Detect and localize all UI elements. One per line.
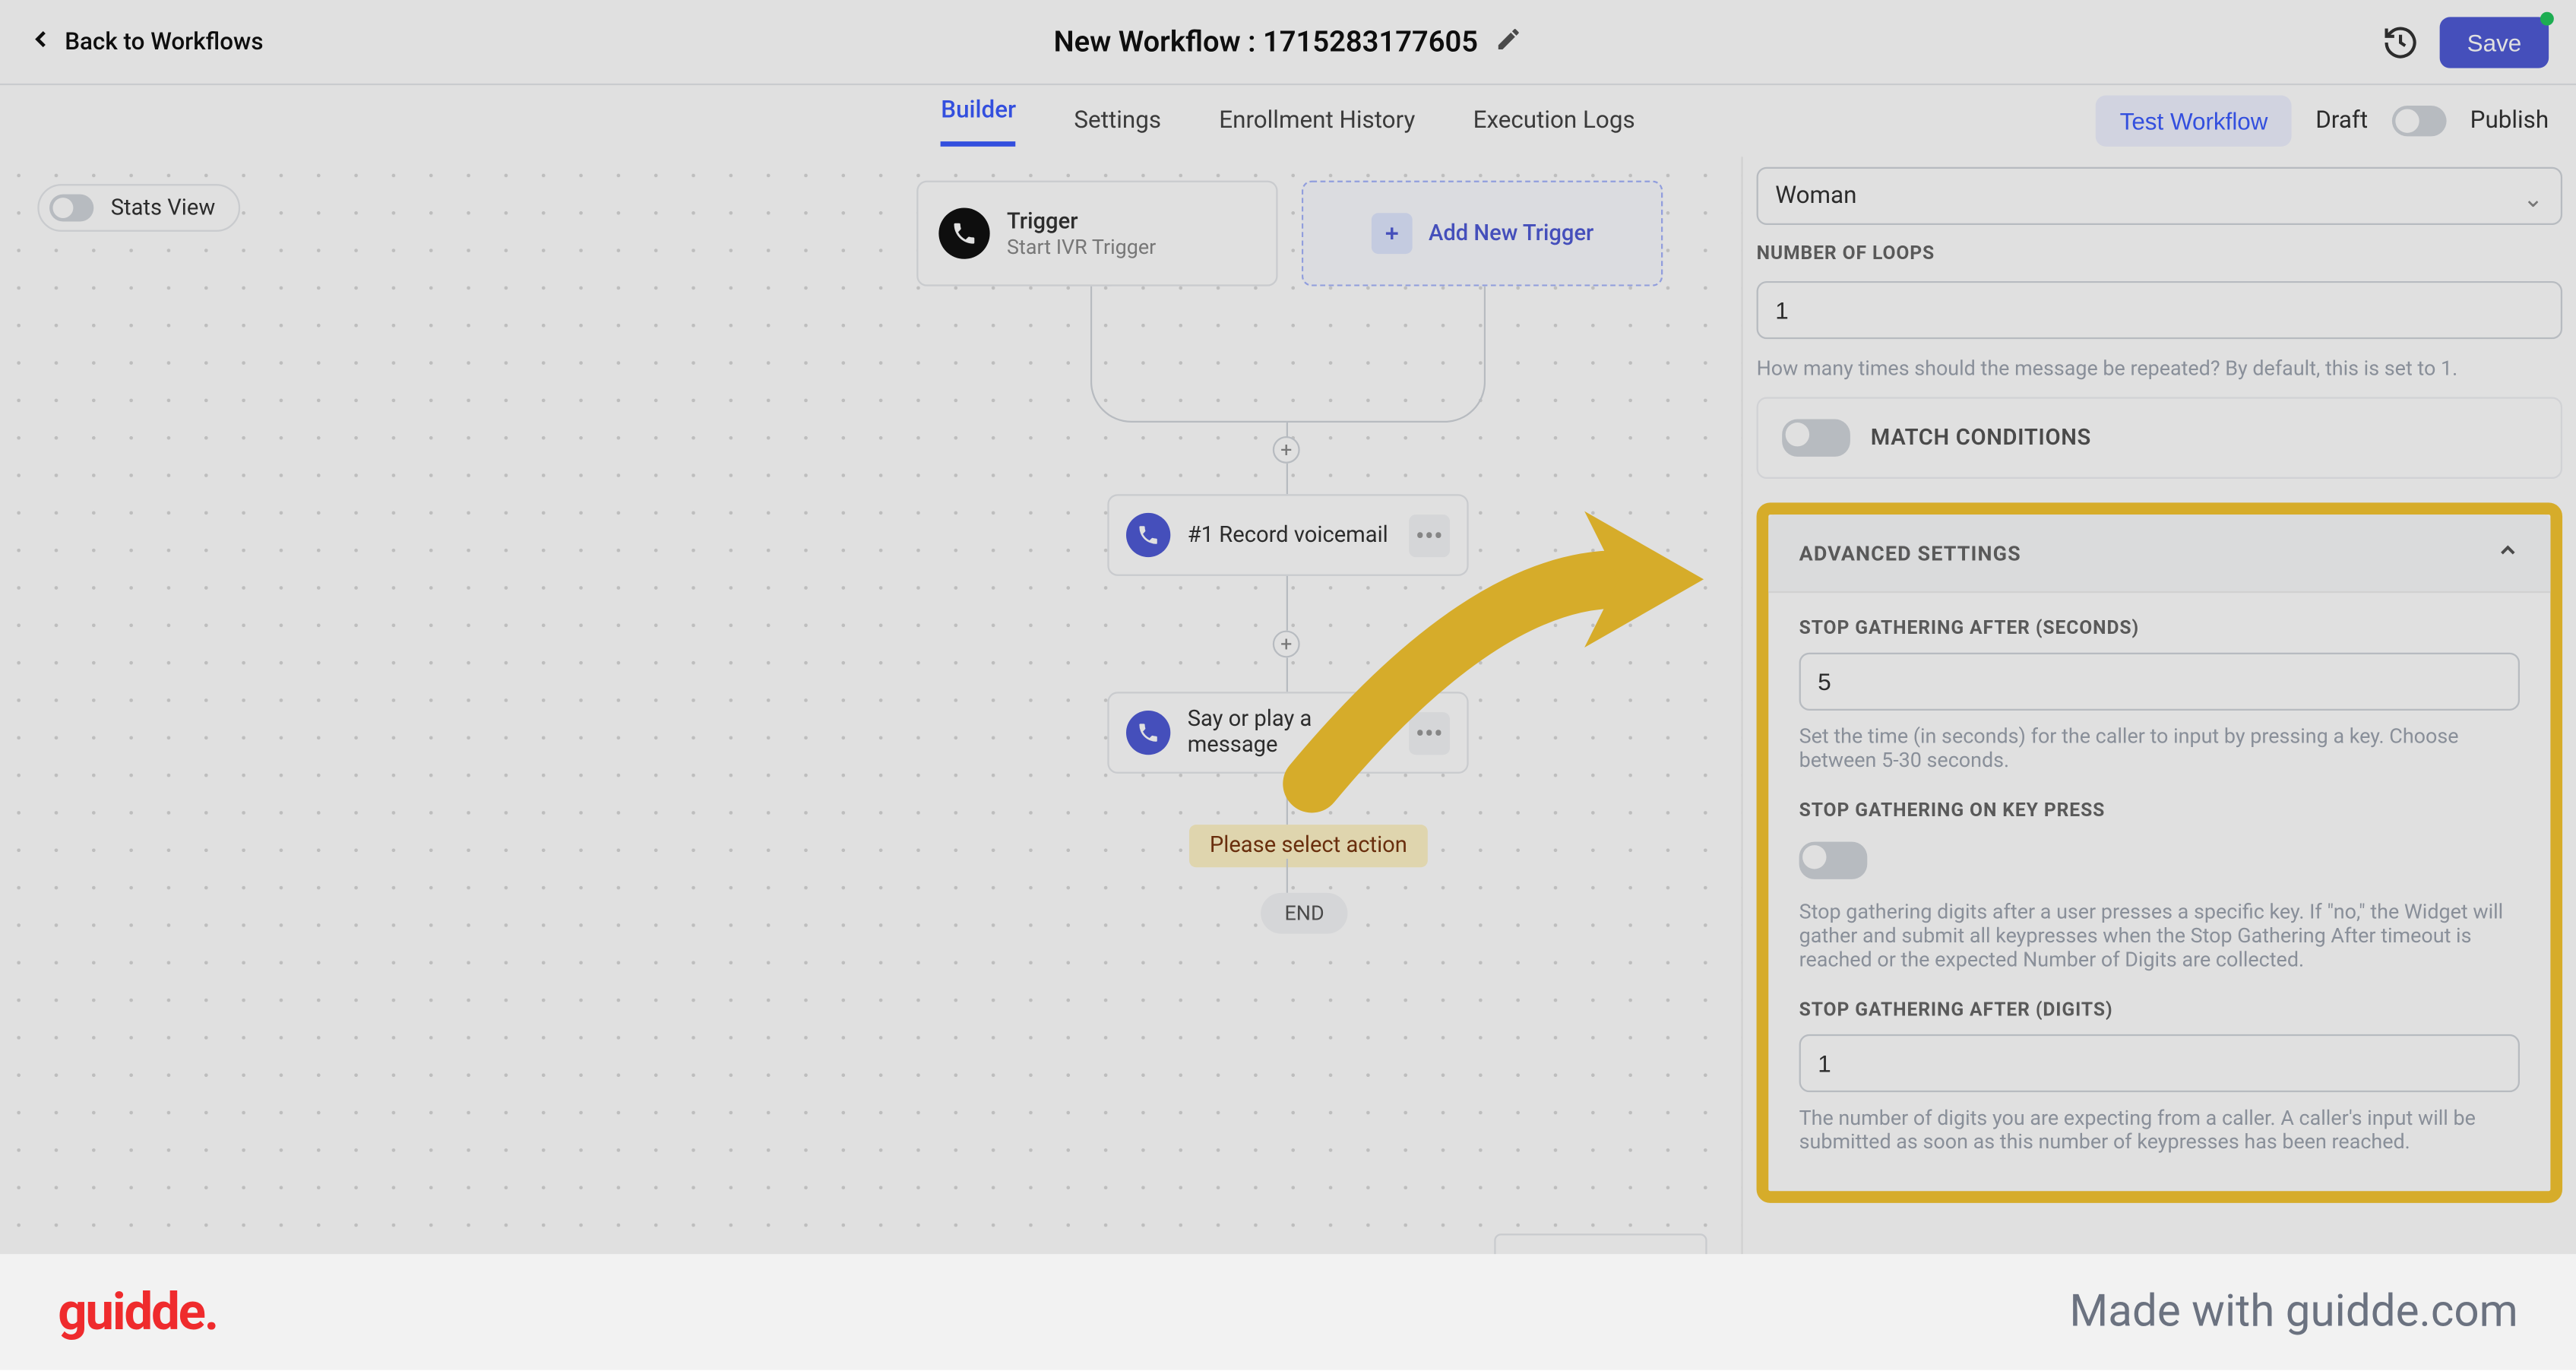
action-label: #1 Record voicemail bbox=[1188, 522, 1388, 548]
trigger-subtitle: Start IVR Trigger bbox=[1007, 234, 1156, 258]
add-trigger-label: Add New Trigger bbox=[1429, 220, 1593, 246]
select-action-warning: Please select action bbox=[1189, 825, 1428, 867]
back-link[interactable]: Back to Workflows bbox=[27, 25, 264, 59]
loops-label: NUMBER OF LOOPS bbox=[1757, 242, 2562, 264]
tab-execution-logs[interactable]: Execution Logs bbox=[1473, 107, 1635, 135]
stop-seconds-input[interactable] bbox=[1799, 653, 2520, 711]
back-label: Back to Workflows bbox=[65, 28, 263, 55]
loops-input[interactable] bbox=[1757, 281, 2562, 339]
stop-digits-input[interactable] bbox=[1799, 1034, 2520, 1092]
connector-line bbox=[1286, 464, 1288, 494]
tab-settings[interactable]: Settings bbox=[1074, 107, 1161, 135]
match-conditions-row[interactable]: MATCH CONDITIONS bbox=[1757, 397, 2562, 479]
loops-help: How many times should the message be rep… bbox=[1757, 356, 2562, 380]
test-workflow-button[interactable]: Test Workflow bbox=[2096, 96, 2292, 147]
workflow-title: New Workflow : 1715283177605 bbox=[1054, 25, 1478, 59]
made-with-label: Made with guidde.com bbox=[2069, 1287, 2517, 1338]
stop-digits-label: STOP GATHERING AFTER (DIGITS) bbox=[1799, 999, 2520, 1021]
match-conditions-toggle[interactable] bbox=[1782, 420, 1850, 457]
end-pill: END bbox=[1261, 893, 1348, 934]
save-button[interactable]: Save bbox=[2440, 16, 2549, 67]
connector-line bbox=[1286, 657, 1288, 692]
voice-select[interactable]: Woman bbox=[1757, 167, 2562, 225]
publish-label: Publish bbox=[2470, 107, 2549, 135]
add-step-button[interactable]: + bbox=[1273, 631, 1300, 658]
publish-toggle[interactable] bbox=[2392, 106, 2447, 136]
trigger-title: Trigger bbox=[1007, 209, 1156, 235]
voice-selected-value: Woman bbox=[1775, 182, 1856, 210]
history-icon[interactable] bbox=[2382, 23, 2419, 60]
chevron-left-icon bbox=[27, 25, 55, 59]
connector-line bbox=[1286, 859, 1288, 893]
match-conditions-label: MATCH CONDITIONS bbox=[1871, 425, 2091, 451]
stats-toggle[interactable] bbox=[49, 195, 93, 222]
tab-enrollment-history[interactable]: Enrollment History bbox=[1219, 107, 1415, 135]
advanced-settings-panel: ADVANCED SETTINGS STOP GATHERING AFTER (… bbox=[1757, 502, 2562, 1202]
action-menu-button[interactable]: ••• bbox=[1409, 711, 1450, 754]
stop-seconds-help: Set the time (in seconds) for the caller… bbox=[1799, 724, 2520, 772]
action-label: Say or play a message bbox=[1188, 707, 1392, 758]
action-node-say-play[interactable]: Say or play a message ••• bbox=[1107, 692, 1468, 774]
phone-icon bbox=[1126, 711, 1170, 755]
side-panel: Woman NUMBER OF LOOPS How many times sho… bbox=[1741, 157, 2576, 1369]
stop-seconds-label: STOP GATHERING AFTER (SECONDS) bbox=[1799, 617, 2520, 639]
action-menu-button[interactable]: ••• bbox=[1409, 514, 1450, 556]
pencil-icon[interactable] bbox=[1495, 25, 1523, 59]
phone-icon bbox=[938, 208, 989, 259]
stats-label: Stats View bbox=[111, 195, 216, 221]
chevron-up-icon bbox=[2496, 538, 2520, 567]
action-node-record-voicemail[interactable]: #1 Record voicemail ••• bbox=[1107, 494, 1468, 576]
stats-view-pill[interactable]: Stats View bbox=[37, 184, 241, 232]
connector-line bbox=[1286, 576, 1288, 631]
add-step-button[interactable]: + bbox=[1273, 436, 1300, 464]
stop-digits-help: The number of digits you are expecting f… bbox=[1799, 1106, 2520, 1154]
advanced-settings-header[interactable]: ADVANCED SETTINGS bbox=[1768, 515, 2550, 593]
phone-icon bbox=[1126, 513, 1170, 557]
trigger-node[interactable]: Trigger Start IVR Trigger bbox=[916, 181, 1277, 287]
stop-keypress-help: Stop gathering digits after a user press… bbox=[1799, 900, 2520, 971]
plus-icon bbox=[1371, 213, 1412, 254]
tab-builder[interactable]: Builder bbox=[941, 97, 1016, 146]
stop-keypress-toggle[interactable] bbox=[1799, 842, 1868, 879]
advanced-settings-title: ADVANCED SETTINGS bbox=[1799, 541, 2021, 565]
draft-label: Draft bbox=[2315, 107, 2368, 135]
connector-bracket bbox=[1090, 287, 1486, 423]
stop-keypress-label: STOP GATHERING ON KEY PRESS bbox=[1799, 799, 2520, 822]
brand-logo: guidde. bbox=[58, 1282, 217, 1341]
add-trigger-button[interactable]: Add New Trigger bbox=[1302, 181, 1663, 287]
connector-line bbox=[1286, 774, 1288, 825]
